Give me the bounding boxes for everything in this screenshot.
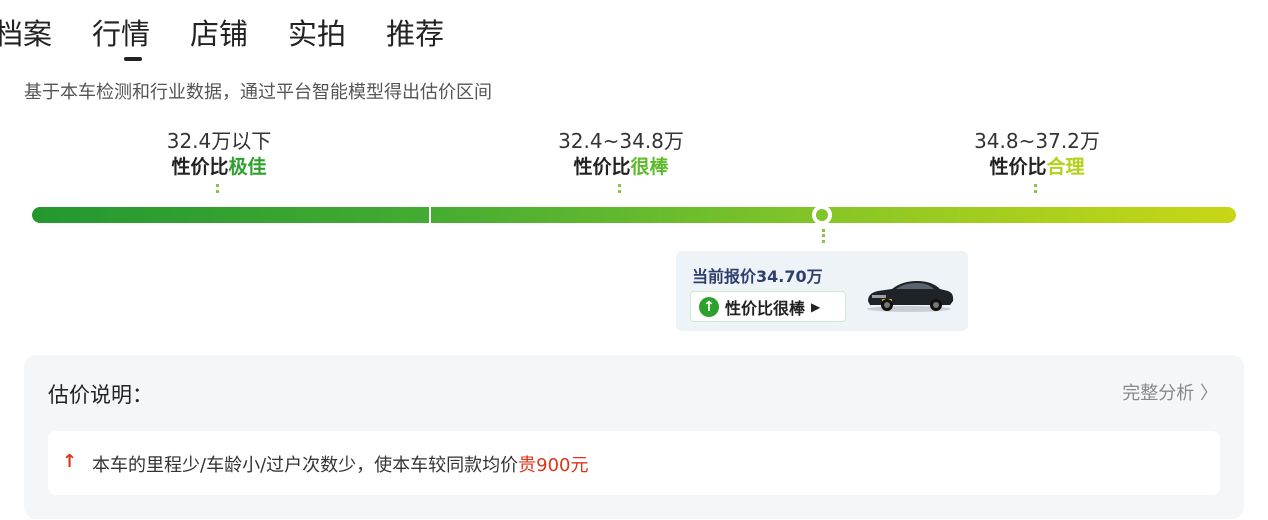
segment-excellent: 32.4万以下 性价比极佳 [69,128,369,193]
tab-dangan[interactable]: 档案 [0,12,52,56]
segment-dots [618,184,624,193]
value-rating-text: 性价比很棒 [725,298,806,318]
play-arrow-icon: ▶ [811,299,821,314]
segment-range: 32.4~34.8万 [558,129,684,153]
segment-range: 32.4万以下 [166,129,272,153]
price-difference: 贵900元 [518,455,589,476]
arrow-up-icon: ↑ [62,451,78,472]
current-price-card: 当前报价34.70万 ↑ 性价比很棒 ▶ [676,251,968,331]
tab-hangqing[interactable]: 行情 [92,12,150,61]
current-price-label: 当前报价34.70万 [692,267,823,286]
value-rating-button[interactable]: ↑ 性价比很棒 ▶ [690,291,846,322]
price-range-bar [32,205,1236,243]
car-thumbnail [867,281,954,312]
segment-rating: 性价比很棒 [573,156,669,178]
note-text: 本车的里程少/车龄小/过户次数少，使本车较同款均价贵900元 [92,455,589,476]
segment-range: 34.8~37.2万 [974,129,1100,153]
segment-rating: 性价比极佳 [171,156,267,178]
tab-dianpu[interactable]: 店铺 [190,12,248,56]
tab-tuijian[interactable]: 推荐 [386,12,444,56]
full-analysis-link[interactable]: 完整分析 〉 [1122,379,1218,405]
tab-bar: 档案 行情 店铺 实拍 推荐 [0,12,484,61]
segment-rating: 性价比合理 [989,156,1085,178]
segment-dots [1034,184,1040,193]
estimate-note: ↑ 本车的里程少/车龄小/过户次数少，使本车较同款均价贵900元 [48,431,1220,495]
segment-reasonable: 34.8~37.2万 性价比合理 [887,128,1187,193]
bar-divider [429,207,431,223]
arrow-up-circle-icon: ↑ [699,296,719,317]
panel-title: 估价说明： [48,383,153,407]
marker-dotted-line [822,229,825,243]
estimate-panel: 估价说明： 完整分析 〉 ↑ 本车的里程少/车龄小/过户次数少，使本车较同款均价… [24,355,1244,519]
tab-shipai[interactable]: 实拍 [288,12,346,56]
valuation-description: 基于本车检测和行业数据，通过平台智能模型得出估价区间 [24,82,492,103]
chevron-right-icon: 〉 [1200,383,1218,404]
price-gradient-bar [32,207,1236,223]
segment-great: 32.4~34.8万 性价比很棒 [471,128,771,193]
segment-dots [216,184,222,193]
current-price-marker [812,205,832,225]
